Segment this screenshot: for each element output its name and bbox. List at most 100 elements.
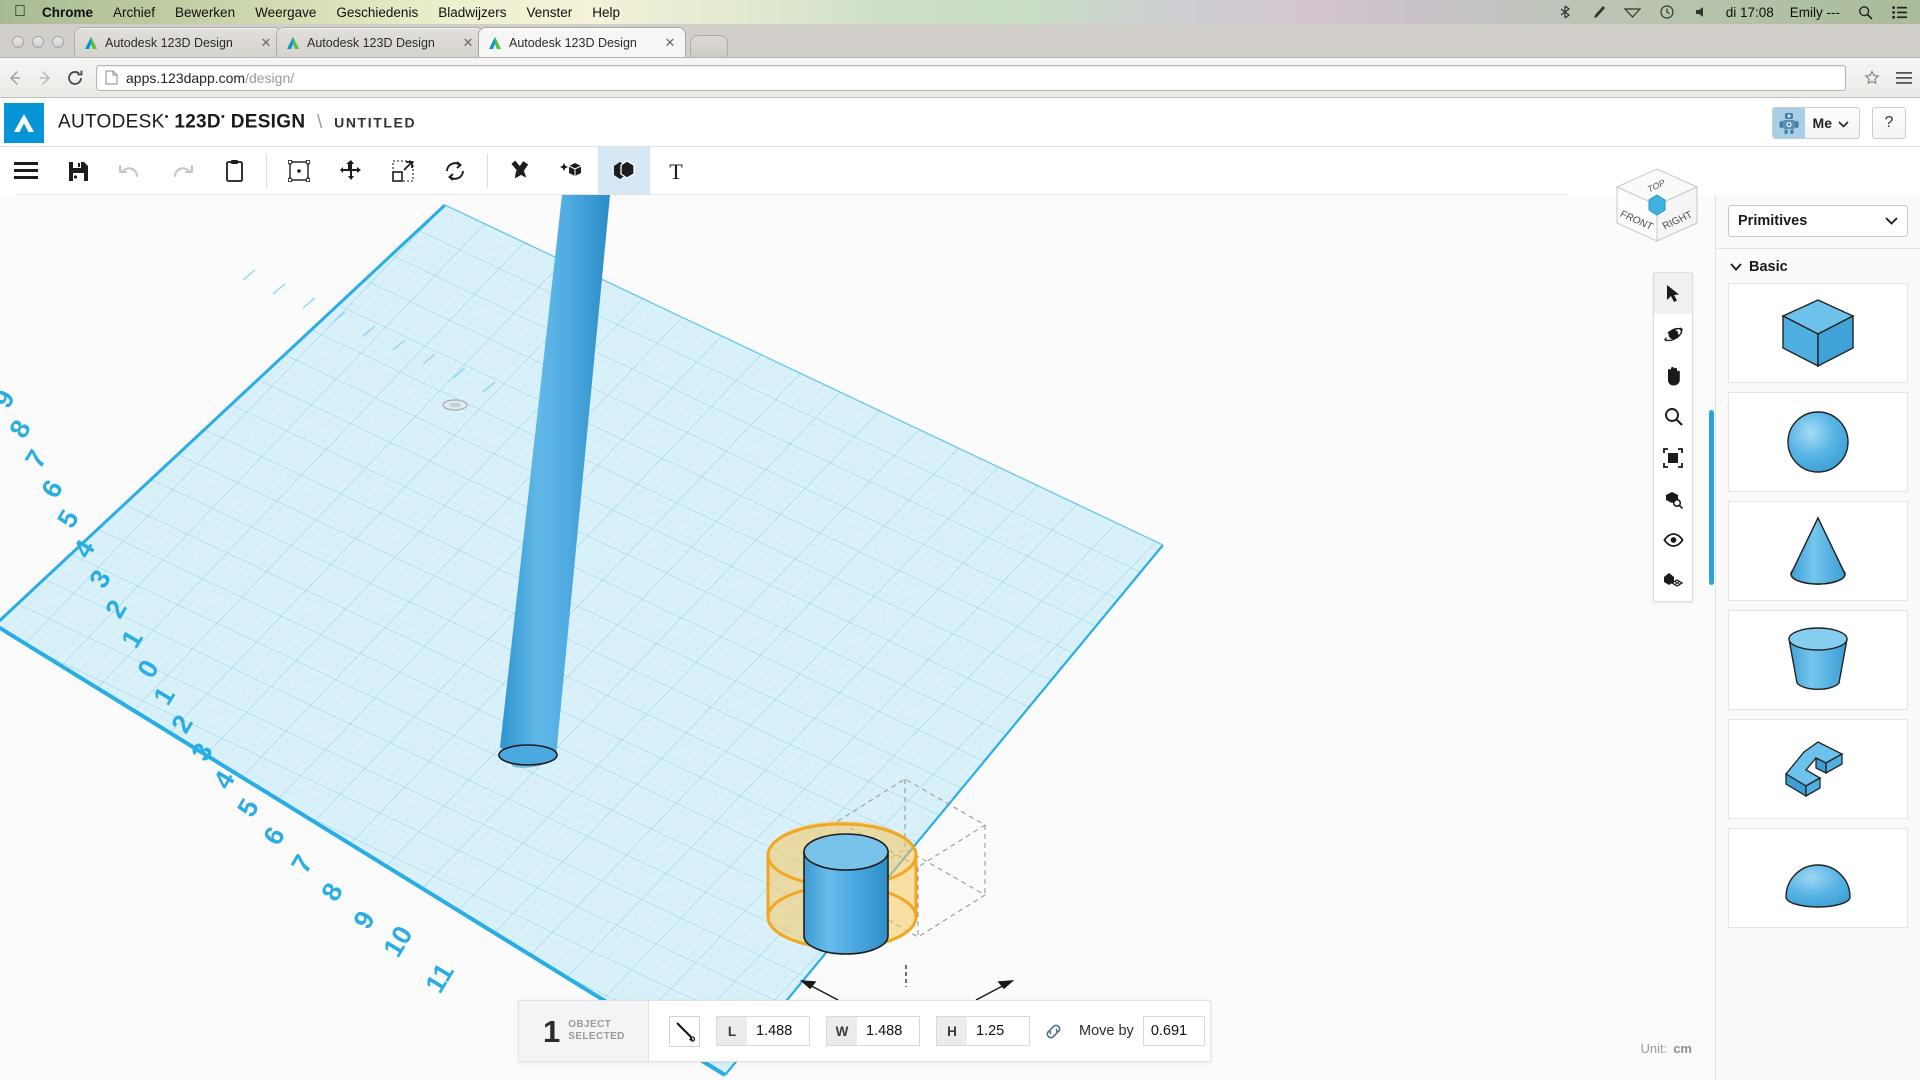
pan-hand-icon[interactable] [1654,355,1692,396]
scale-icon[interactable] [377,147,429,195]
home-hexagon-icon[interactable] [1648,194,1666,216]
visibility-eye-icon[interactable] [1654,519,1692,560]
menu-item-bewerken[interactable]: Bewerken [175,5,235,20]
zoom-magnifier-icon[interactable] [1654,396,1692,437]
reload-icon[interactable] [60,63,90,93]
account-menu-label: Me [1805,115,1859,131]
minimize-button[interactable] [32,36,44,48]
primitives-icon[interactable] [598,147,650,195]
dome-shape[interactable] [1728,828,1908,928]
help-button[interactable]: ? [1872,106,1906,139]
fit-view-icon[interactable] [1654,437,1692,478]
height-field[interactable]: H 1.25 [936,1016,1030,1046]
new-tab-button[interactable] [690,35,728,57]
zoom-button[interactable] [52,36,64,48]
snap-grid-icon[interactable] [1654,560,1692,601]
star-icon[interactable] [1856,63,1888,93]
cylinder-object[interactable] [803,833,889,955]
zoom-object-icon[interactable] [1654,478,1692,519]
ruler-tick: 9 [0,385,21,413]
menu-item-chrome[interactable]: Chrome [42,5,93,20]
unit-indicator: Unit: cm [1640,1041,1692,1056]
apple-icon[interactable]:  [14,4,26,20]
clipboard-icon[interactable] [208,147,260,195]
tab-close-icon[interactable]: ✕ [461,36,475,50]
forward-arrow-icon[interactable] [30,63,60,93]
menu-item-geschiedenis[interactable]: Geschiedenis [336,5,418,20]
wedge-shape[interactable] [1728,719,1908,819]
notification-list-icon[interactable] [1890,4,1908,20]
window-controls [0,36,74,57]
measure-line-icon[interactable] [669,1015,700,1047]
menu-item-venster[interactable]: Venster [526,5,572,20]
text-icon[interactable]: T [650,147,702,195]
transform-icon[interactable] [273,147,325,195]
sphere-shape[interactable] [1728,392,1908,492]
selection-status-bar: 1 OBJECT SELECTED L 1.488 W 1.488 H 1.25… [518,1000,1211,1062]
browser-tab-2[interactable]: Autodesk 123D Design ✕ [276,27,484,57]
design-viewport[interactable]: 9 8 7 6 5 4 3 2 1 0 1 2 3 4 5 6 7 8 9 10… [0,195,1715,1080]
pen-icon[interactable] [1590,4,1608,20]
toolbar-divider [266,154,267,188]
sketch-icon[interactable] [494,147,546,195]
menu-item-help[interactable]: Help [592,5,620,20]
address-bar[interactable]: apps.123dapp.com/design/ [96,64,1846,91]
timemachine-icon[interactable] [1658,4,1676,20]
viewport-canvas[interactable]: 9 8 7 6 5 4 3 2 1 0 1 2 3 4 5 6 7 8 9 10… [0,195,1715,1080]
close-button[interactable] [12,36,24,48]
view-cube[interactable]: TOP FRONT RIGHT [1609,165,1705,255]
menu-icon[interactable] [0,147,52,195]
primitives-category-label: Primitives [1738,213,1808,229]
orbit-icon[interactable] [1654,314,1692,355]
toolbar-divider [487,154,488,188]
autodesk-logo[interactable] [4,102,44,143]
ruler-tick: 10 [377,921,418,962]
redo-icon[interactable] [156,147,208,195]
ruler-tick: 7 [285,850,318,878]
save-icon[interactable] [52,147,104,195]
undo-icon[interactable] [104,147,156,195]
bluetooth-icon[interactable] [1556,4,1574,20]
tab-close-icon[interactable]: ✕ [259,36,273,50]
panel-scrollbar[interactable] [1709,410,1714,585]
cylinder-shape[interactable] [1728,610,1908,710]
volume-icon[interactable] [1692,4,1710,20]
search-icon[interactable] [1856,4,1874,20]
rotate-icon[interactable] [429,147,481,195]
length-value[interactable]: 1.488 [747,1023,809,1039]
box-shape[interactable] [1728,283,1908,383]
brand-separator: \ [316,111,323,133]
width-field[interactable]: W 1.488 [826,1016,920,1046]
menu-bar-user[interactable]: Emily --- [1790,5,1840,20]
browser-tab-1[interactable]: Autodesk 123D Design ✕ [74,27,282,57]
back-arrow-icon[interactable] [0,63,30,93]
menu-item-weergave[interactable]: Weergave [255,5,316,20]
width-value[interactable]: 1.488 [857,1023,919,1039]
hamburger-menu-icon[interactable] [1888,63,1920,93]
tab-close-icon[interactable]: ✕ [663,36,677,50]
move-icon[interactable] [325,147,377,195]
selection-count: 1 [543,1013,561,1049]
basic-section-header[interactable]: Basic [1716,249,1920,283]
basic-section-label: Basic [1749,259,1788,275]
account-menu-button[interactable]: Me [1771,106,1860,139]
ruler-tick: 8 [3,415,36,443]
browser-tab-strip: Autodesk 123D Design ✕ Autodesk 123D Des… [0,24,1920,58]
menu-item-archief[interactable]: Archief [113,5,155,20]
ruler-tick: 6 [35,475,68,503]
ruler-tick: 9 [347,906,380,934]
menu-bar-clock[interactable]: di 17:08 [1726,5,1774,20]
select-arrow-icon[interactable] [1654,273,1692,314]
primitives-category-select[interactable]: Primitives [1728,205,1908,237]
construct-icon[interactable] [546,147,598,195]
wifi-icon[interactable] [1624,4,1642,20]
browser-tab-3[interactable]: Autodesk 123D Design ✕ [478,27,686,57]
height-value[interactable]: 1.25 [967,1023,1029,1039]
autodesk-favicon [83,35,99,51]
length-field[interactable]: L 1.488 [716,1016,810,1046]
width-key: W [827,1017,857,1045]
cone-shape[interactable] [1728,501,1908,601]
menu-item-bladwijzers[interactable]: Bladwijzers [438,5,506,20]
move-by-input[interactable]: 0.691 [1142,1016,1205,1046]
chain-link-icon[interactable] [1044,1022,1063,1041]
